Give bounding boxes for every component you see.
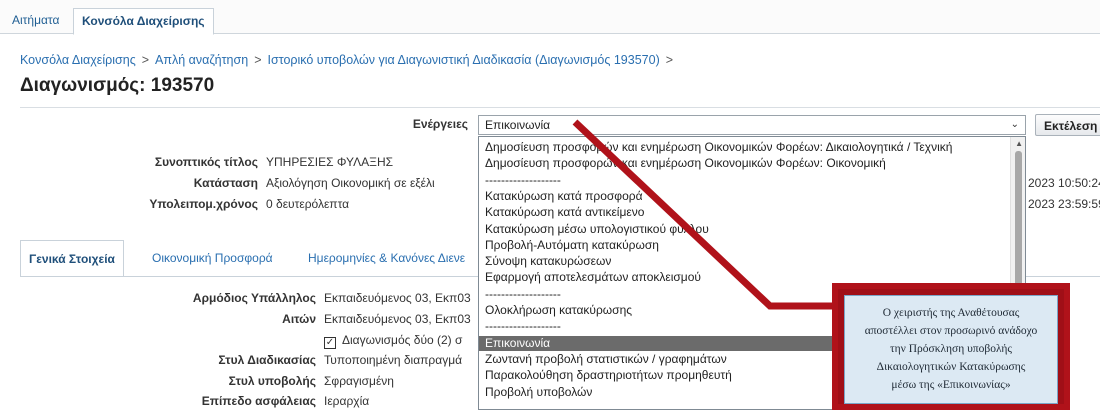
dropdown-option[interactable]: ------------------- xyxy=(485,173,561,188)
breadcrumb-admin-console[interactable]: Κονσόλα Διαχείρισης xyxy=(20,53,136,67)
dropdown-option[interactable]: ------------------- xyxy=(485,319,561,334)
actions-selected-value: Επικοινωνία xyxy=(485,118,551,132)
actions-label: Ενέργειες xyxy=(412,117,468,131)
breadcrumb-submission-history[interactable]: Ιστορικό υποβολών για Διαγωνιστική Διαδι… xyxy=(268,53,660,67)
dropdown-option[interactable]: Δημοσίευση προσφορών και ενημέρωση Οικον… xyxy=(485,156,886,171)
top-tab-bar: Αιτήματα Κονσόλα Διαχείρισης xyxy=(0,0,1100,35)
end-date-value: 2023 23:59:59 xyxy=(1028,197,1100,211)
callout-line: Δικαιολογητικών Κατακύρωσης xyxy=(876,361,1026,373)
two-stage-checkbox-row[interactable]: ✓ Διαγωνισμός δύο (2) σ xyxy=(324,333,478,349)
tab-admin-console[interactable]: Κονσόλα Διαχείρισης xyxy=(73,8,214,35)
tab-financial-offer[interactable]: Οικονομική Προσφορά xyxy=(144,240,281,276)
scroll-up-icon[interactable]: ▲ xyxy=(1015,139,1023,148)
breadcrumb-simple-search[interactable]: Απλή αναζήτηση xyxy=(155,53,248,67)
dropdown-option[interactable]: Εφαρμογή αποτελεσμάτων αποκλεισμού xyxy=(485,270,701,285)
checkbox-checked-icon[interactable]: ✓ xyxy=(324,337,336,349)
dropdown-option[interactable]: Σύνοψη κατακυρώσεων xyxy=(485,254,611,269)
breadcrumb-separator: > xyxy=(141,53,150,67)
callout-text: Ο χειριστής της Αναθέτουσας αποστέλλει σ… xyxy=(844,295,1058,404)
officer-value: Εκπαιδευόμενος 03, Εκπ03 xyxy=(324,291,471,305)
dropdown-option[interactable]: Προβολή-Αυτόματη κατακύρωση xyxy=(485,238,659,253)
submission-style-label: Στυλ υποβολής xyxy=(228,374,316,388)
status-label: Κατάσταση xyxy=(193,176,258,190)
dropdown-option[interactable]: Προβολή υποβολών xyxy=(485,385,592,400)
requester-label: Αιτών xyxy=(282,312,316,326)
dropdown-option[interactable]: Κατακύρωση μέσω υπολογιστικού φύλλου xyxy=(485,222,709,237)
execute-button[interactable]: Εκτέλεση xyxy=(1035,114,1100,136)
callout-line: αποστέλλει στον προσωρινό ανάδοχο xyxy=(864,325,1038,337)
callout-line: την Πρόσκληση υποβολής xyxy=(890,343,1012,355)
two-stage-checkbox-label: Διαγωνισμός δύο (2) σ xyxy=(342,333,463,347)
annotation-callout: Ο χειριστής της Αναθέτουσας αποστέλλει σ… xyxy=(832,283,1070,410)
security-level-label: Επίπεδο ασφάλειας xyxy=(201,394,316,408)
tab-dates-rules[interactable]: Ημερομηνίες & Κανόνες Διενε xyxy=(300,240,492,276)
callout-line: μέσω της «Επικοινωνίας» xyxy=(891,379,1011,391)
page-title: Διαγωνισμός: 193570 xyxy=(20,75,215,96)
breadcrumb: Κονσόλα Διαχείρισης > Απλή αναζήτηση > Ιστορ… xyxy=(20,53,679,67)
breadcrumb-separator: > xyxy=(254,53,262,67)
tab-requests[interactable]: Αιτήματα xyxy=(4,8,67,33)
dropdown-option[interactable]: Παρακολούθηση δραστηριοτήτων προμηθευτή xyxy=(485,368,732,383)
section-tabs: Γενικά Στοιχεία Οικονομική Προσφορά Ημερ… xyxy=(20,240,480,277)
submission-style-value: Σφραγισμένη xyxy=(324,374,394,388)
status-value: Αξιολόγηση Οικονομική σε εξέλι xyxy=(266,176,435,190)
close-date-value: 2023 10:50:24 xyxy=(1028,176,1100,190)
summary-title-label: Συνοπτικός τίτλος xyxy=(154,155,258,169)
breadcrumb-separator: > xyxy=(665,53,674,67)
procedure-style-value: Τυποποιημένη διαπραγμά xyxy=(324,353,463,367)
procedure-style-label: Στυλ Διαδικασίας xyxy=(218,353,316,367)
requester-value: Εκπαιδευόμενος 03, Εκπ03 xyxy=(324,312,471,326)
dropdown-option[interactable]: ------------------- xyxy=(485,287,561,302)
actions-select[interactable]: Επικοινωνία ⌄ xyxy=(478,115,1026,135)
officer-label: Αρμόδιος Υπάλληλος xyxy=(192,291,316,305)
dropdown-option[interactable]: Κατακύρωση κατά αντικείμενο xyxy=(485,205,644,220)
callout-line: Ο χειριστής της Αναθέτουσας xyxy=(882,307,1020,319)
title-divider xyxy=(20,107,1100,108)
security-level-value: Ιεραρχία xyxy=(324,394,370,408)
chevron-down-icon: ⌄ xyxy=(1010,119,1019,130)
dropdown-option[interactable]: Δημοσίευση προσφορών και ενημέρωση Οικον… xyxy=(485,140,952,155)
dropdown-option[interactable]: Κατακύρωση κατά προσφορά xyxy=(485,189,643,204)
remaining-time-value: 0 δευτερόλεπτα xyxy=(266,197,350,211)
tab-general[interactable]: Γενικά Στοιχεία xyxy=(20,240,124,277)
dropdown-option[interactable]: Ζωντανή προβολή στατιστικών / γραφημάτων xyxy=(485,352,727,367)
remaining-time-label: Υπολειπομ.χρόνος xyxy=(149,197,258,211)
summary-title-value: ΥΠΗΡΕΣΙΕΣ ΦΥΛΑΞΗΣ xyxy=(266,155,394,169)
dropdown-option[interactable]: Ολοκλήρωση κατακύρωσης xyxy=(485,303,632,318)
